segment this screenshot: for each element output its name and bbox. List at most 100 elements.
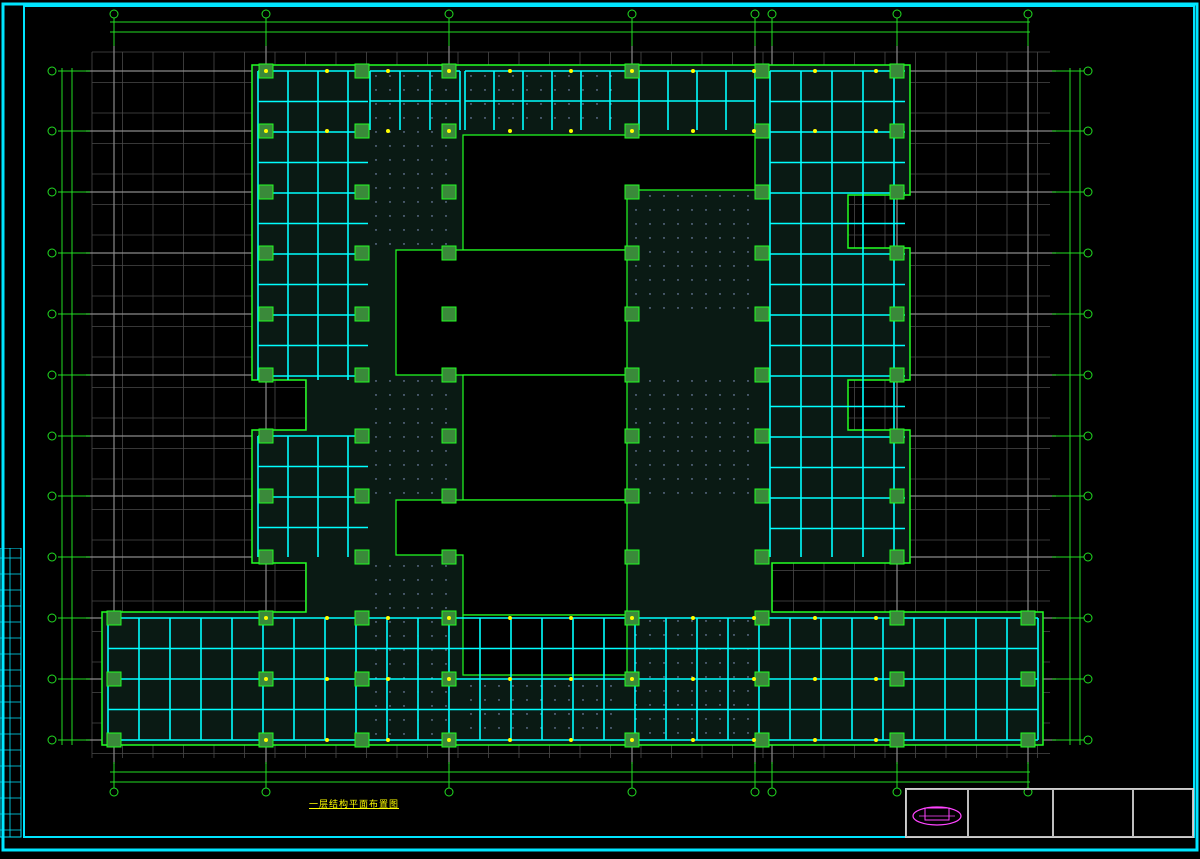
hatch-dot <box>663 422 665 424</box>
hatch-dot <box>663 265 665 267</box>
hatch-dot <box>526 89 528 91</box>
hatch-dot <box>445 635 447 637</box>
beam-node <box>264 677 268 681</box>
column <box>1020 732 1036 748</box>
hatch-dot <box>719 634 721 636</box>
hatch-dot <box>677 676 679 678</box>
hatch-dot <box>733 265 735 267</box>
hatch-dot <box>389 663 391 665</box>
hatch-dot <box>417 215 419 217</box>
hatch-dot <box>389 103 391 105</box>
hatch-dot <box>470 75 472 77</box>
hatch-dot <box>733 704 735 706</box>
axis-bubble <box>109 9 119 19</box>
column <box>258 245 274 261</box>
hatch-dot <box>596 117 598 119</box>
hatch-dot <box>403 422 405 424</box>
hatch-dot <box>733 307 735 309</box>
axis-bubble <box>892 787 902 797</box>
hatch-dot <box>445 593 447 595</box>
hatch-dot <box>526 103 528 105</box>
hatch-dot <box>526 75 528 77</box>
hatch-dot <box>445 705 447 707</box>
hatch-dot <box>403 75 405 77</box>
hatch-dot <box>649 237 651 239</box>
hatch-dot <box>470 685 472 687</box>
hatch-dot <box>582 75 584 77</box>
hatch-dot <box>389 75 391 77</box>
hatch-dot <box>431 243 433 245</box>
hatch-dot <box>484 89 486 91</box>
hatch-dot <box>733 662 735 664</box>
axis-bubble <box>444 787 454 797</box>
hatch-dot <box>375 117 377 119</box>
hatch-dot <box>389 450 391 452</box>
hatch-dot <box>568 727 570 729</box>
axis-bubble <box>109 787 119 797</box>
hatch-dot <box>747 279 749 281</box>
hatch-dot <box>389 719 391 721</box>
hatch-dot <box>719 450 721 452</box>
hatch-dot <box>375 663 377 665</box>
hatch-dot <box>389 243 391 245</box>
hatch-dot <box>733 279 735 281</box>
hatch-dot <box>375 705 377 707</box>
column <box>754 488 770 504</box>
hatch-dot <box>389 215 391 217</box>
hatch-dot <box>431 691 433 693</box>
hatch-dot <box>747 436 749 438</box>
revision-table <box>0 547 22 838</box>
hatch-dot <box>445 607 447 609</box>
hatch-dot <box>705 704 707 706</box>
axis-bubble <box>47 187 57 197</box>
column <box>1020 671 1036 687</box>
column <box>258 549 274 565</box>
hatch-dot <box>649 223 651 225</box>
beam-node <box>447 616 451 620</box>
hatch-dot <box>389 565 391 567</box>
beam-node <box>691 129 695 133</box>
hatch-dot <box>484 685 486 687</box>
hatch-dot <box>635 422 637 424</box>
hatch-dot <box>375 607 377 609</box>
axis-bubble <box>47 613 57 623</box>
hatch-dot <box>677 464 679 466</box>
hatch-dot <box>375 691 377 693</box>
hatch-dot <box>747 450 749 452</box>
beam-node <box>813 129 817 133</box>
beam-node <box>264 616 268 620</box>
hatch-dot <box>691 237 693 239</box>
hatch-dot <box>705 676 707 678</box>
column <box>441 245 457 261</box>
hatch-dot <box>596 685 598 687</box>
hatch-dot <box>417 464 419 466</box>
hatch-dot <box>512 727 514 729</box>
hatch-dot <box>375 201 377 203</box>
hatch-dot <box>375 103 377 105</box>
column <box>624 245 640 261</box>
hatch-dot <box>445 579 447 581</box>
hatch-dot <box>375 229 377 231</box>
hatch-dot <box>691 422 693 424</box>
hatch-dot <box>375 159 377 161</box>
column <box>354 428 370 444</box>
hatch-dot <box>375 408 377 410</box>
column <box>354 488 370 504</box>
hatch-dot <box>691 293 693 295</box>
hatch-dot <box>610 713 612 715</box>
hatch-dot <box>705 307 707 309</box>
hatch-dot <box>431 394 433 396</box>
hatch-dot <box>705 732 707 734</box>
column <box>258 306 274 322</box>
hatch-dot <box>691 464 693 466</box>
hatch-dot <box>747 620 749 622</box>
hatch-dot <box>417 201 419 203</box>
column <box>354 63 370 79</box>
hatch-dot <box>389 593 391 595</box>
column <box>624 549 640 565</box>
hatch-dot <box>610 727 612 729</box>
hatch-dot <box>431 103 433 105</box>
beam-node <box>264 738 268 742</box>
column <box>889 549 905 565</box>
beam-node <box>752 69 756 73</box>
